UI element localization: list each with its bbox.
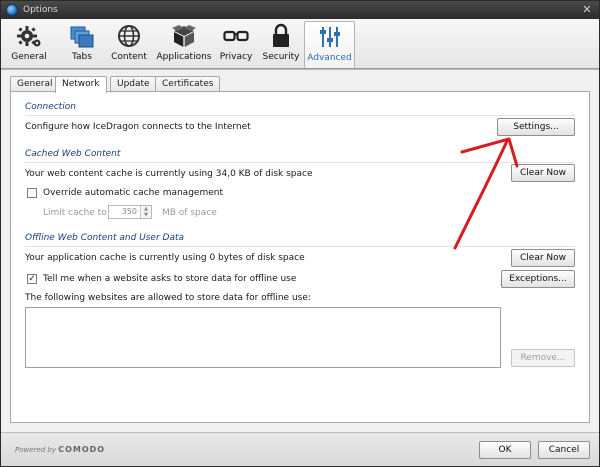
tabs-icon [70, 26, 94, 48]
exceptions-button[interactable]: Exceptions... [501, 270, 575, 288]
clear-offline-button[interactable]: Clear Now [511, 249, 575, 267]
subtab-general[interactable]: General [10, 76, 60, 92]
options-content: General Network Update Certificates Conn… [1, 70, 599, 432]
subtab-certificates[interactable]: Certificates [155, 76, 221, 92]
clear-cache-button[interactable]: Clear Now [511, 164, 575, 182]
powered-by-text: Powered by [15, 446, 56, 454]
divider [25, 115, 575, 116]
subtab-update[interactable]: Update [110, 76, 157, 92]
offline-websites-list[interactable] [25, 307, 501, 368]
connection-title: Connection [25, 102, 76, 112]
close-icon[interactable]: ✕ [580, 3, 594, 17]
divider [25, 246, 575, 247]
settings-button[interactable]: Settings... [497, 118, 575, 136]
gear-icon [17, 26, 41, 47]
toolbar-advanced[interactable]: Advanced [304, 21, 355, 68]
dialog-footer: Powered by COMODO OK Cancel [1, 432, 599, 466]
tell-me-label: Tell me when a website asks to store dat… [43, 274, 297, 284]
network-panel: Connection Configure how IceDragon conne… [10, 91, 590, 423]
comodo-logo: COMODO [58, 445, 106, 454]
toolbar-tabs-label: Tabs [72, 52, 92, 62]
app-cache-usage-text: Your application cache is currently usin… [25, 253, 305, 263]
toolbar-content[interactable]: Content [109, 21, 149, 68]
options-window: Options ✕ General Tabs Content Applicati… [0, 0, 600, 467]
offline-content-title: Offline Web Content and User Data [25, 233, 185, 243]
remove-button: Remove... [511, 349, 575, 367]
sliders-icon [319, 27, 340, 47]
icedragon-app-icon [6, 4, 18, 16]
connection-description: Configure how IceDragon connects to the … [25, 122, 251, 132]
powered-by: Powered by COMODO [15, 445, 105, 454]
toolbar-security[interactable]: Security [261, 21, 301, 68]
glasses-icon [223, 30, 249, 42]
toolbar-applications-label: Applications [156, 52, 212, 62]
toolbar-privacy[interactable]: Privacy [216, 21, 256, 68]
lock-icon [273, 23, 289, 47]
override-cache-label: Override automatic cache management [43, 188, 223, 198]
cache-size-spinner[interactable]: 350 ▲ ▼ [108, 205, 152, 219]
cached-content-title: Cached Web Content [25, 149, 121, 159]
ok-button[interactable]: OK [479, 441, 531, 459]
toolbar-general-label: General [11, 52, 47, 62]
cache-usage-text: Your web content cache is currently usin… [25, 169, 313, 179]
cancel-button[interactable]: Cancel [538, 441, 590, 459]
toolbar-applications[interactable]: Applications [156, 21, 212, 68]
toolbar-tabs[interactable]: Tabs [63, 21, 101, 68]
box-icon [172, 25, 196, 47]
toolbar-general[interactable]: General [9, 21, 49, 68]
allowed-websites-label: The following websites are allowed to st… [25, 293, 311, 303]
options-toolbar: General Tabs Content Applications Privac… [1, 19, 599, 69]
cache-size-value: 350 [121, 207, 137, 216]
override-cache-checkbox[interactable] [27, 188, 37, 198]
window-title: Options [23, 5, 58, 15]
divider [25, 162, 575, 163]
subtab-network[interactable]: Network [55, 76, 107, 93]
cache-unit-label: MB of space [162, 208, 217, 218]
toolbar-privacy-label: Privacy [219, 52, 253, 62]
title-bar: Options ✕ [1, 1, 599, 19]
toolbar-content-label: Content [111, 52, 147, 62]
globe-icon [118, 25, 140, 47]
toolbar-security-label: Security [262, 52, 300, 62]
limit-cache-label: Limit cache to [43, 208, 107, 218]
toolbar-advanced-label: Advanced [307, 53, 352, 63]
tell-me-checkbox[interactable]: ✓ [27, 274, 37, 284]
spinner-arrows[interactable]: ▲ ▼ [140, 206, 151, 218]
spin-down-icon[interactable]: ▼ [141, 212, 151, 218]
